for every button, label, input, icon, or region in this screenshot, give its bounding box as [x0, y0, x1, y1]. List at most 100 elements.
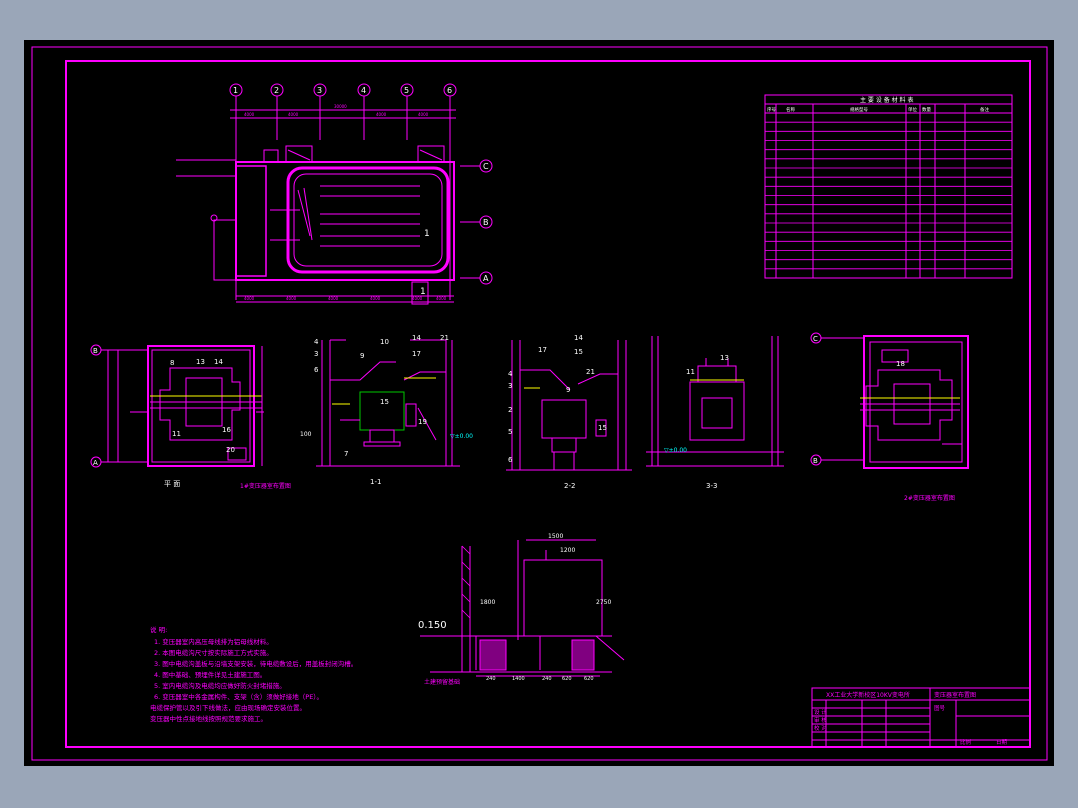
svg-text:序号: 序号 — [767, 106, 776, 113]
svg-text:单位: 单位 — [908, 106, 917, 113]
svg-text:▽±0.00: ▽±0.00 — [450, 433, 473, 440]
svg-text:名称: 名称 — [786, 106, 795, 113]
grid-label-A: A — [483, 274, 489, 283]
svg-text:规格型号: 规格型号 — [850, 106, 868, 113]
notes-title: 说 明: — [150, 625, 167, 634]
svg-text:3: 3 — [314, 350, 318, 358]
svg-text:13: 13 — [196, 358, 205, 366]
svg-text:17: 17 — [538, 346, 547, 354]
grid-label-2: 2 — [274, 86, 279, 95]
grid-label-3: 3 — [317, 86, 322, 95]
section-1-1-caption: 1-1 — [370, 478, 381, 486]
svg-text:4000: 4000 — [286, 296, 297, 301]
svg-text:3: 3 — [508, 382, 512, 390]
svg-text:19: 19 — [418, 418, 427, 426]
svg-text:620: 620 — [584, 676, 594, 682]
svg-text:▽±0.00: ▽±0.00 — [664, 447, 687, 454]
svg-text:14: 14 — [412, 334, 421, 342]
svg-text:4000: 4000 — [244, 296, 255, 301]
table-title: 主 要 设 备 材 料 表 — [860, 96, 913, 104]
grid-label-6: 6 — [447, 86, 452, 95]
cad-drawing-canvas: 1 2 3 4 5 6 C B A 4000 4000 30000 4000 4… — [24, 40, 1054, 766]
svg-text:比例: 比例 — [960, 738, 972, 746]
svg-text:1200: 1200 — [560, 547, 575, 554]
note-line-1: 1. 变压器室内高压母线排为铝母线材料。 — [154, 637, 273, 646]
note-line-3: 3. 图中电缆沟盖板与沿墙支架安装，待电缆敷设后，用盖板封闭沟槽。 — [154, 659, 357, 668]
svg-text:备注: 备注 — [980, 106, 989, 113]
svg-text:4000: 4000 — [328, 296, 339, 301]
note-line-6: 6. 变压器室中各金属构件、支架（含）须做好接地（PE）。 — [154, 692, 323, 701]
grid-label-4: 4 — [361, 86, 366, 95]
svg-text:4000: 4000 — [244, 112, 255, 117]
svg-text:21: 21 — [440, 334, 449, 342]
grid-left-bottom: A — [93, 459, 98, 467]
note-line-7: 电缆保护管以及引下线做法，应由现场确定安装位置。 — [150, 703, 306, 712]
svg-text:21: 21 — [586, 368, 595, 376]
svg-text:240: 240 — [486, 676, 496, 682]
svg-text:1500: 1500 — [548, 533, 563, 540]
svg-text:15: 15 — [380, 398, 389, 406]
section-mark-bottom: 1 — [420, 287, 426, 297]
section-3-3-caption: 3-3 — [706, 482, 717, 490]
foundation-left-label: 土建预留基础 — [424, 678, 460, 686]
left-plan-caption: 平 面 — [164, 480, 180, 488]
svg-text:5: 5 — [508, 428, 512, 436]
svg-text:15: 15 — [574, 348, 583, 356]
elevation-label: 0.150 — [418, 620, 447, 631]
grid-label-B: B — [483, 218, 489, 227]
grid-right-top: C — [813, 335, 818, 343]
svg-text:4000: 4000 — [288, 112, 299, 117]
note-line-4: 4. 图中基础、预埋件详见土建施工图。 — [154, 670, 266, 679]
svg-text:6: 6 — [508, 456, 513, 464]
svg-text:100: 100 — [300, 431, 312, 438]
drawing-sheet — [24, 40, 1054, 766]
project-name: XX工业大学新校区10KV变电所 — [826, 691, 910, 699]
svg-text:7: 7 — [344, 450, 348, 458]
svg-text:14: 14 — [214, 358, 223, 366]
svg-text:16: 16 — [222, 426, 231, 434]
svg-text:14: 14 — [574, 334, 583, 342]
svg-text:30000: 30000 — [334, 104, 347, 109]
svg-text:2: 2 — [508, 406, 512, 414]
section-mark-top: 1 — [424, 229, 430, 239]
section-2-2-caption: 2-2 — [564, 482, 575, 490]
svg-text:数量: 数量 — [922, 106, 931, 113]
svg-text:240: 240 — [542, 676, 552, 682]
svg-text:校 对: 校 对 — [814, 724, 827, 732]
svg-text:4000: 4000 — [376, 112, 387, 117]
svg-text:15: 15 — [598, 424, 607, 432]
svg-text:9: 9 — [566, 386, 570, 394]
svg-text:9: 9 — [360, 352, 364, 360]
svg-text:4000: 4000 — [436, 296, 447, 301]
svg-text:17: 17 — [412, 350, 421, 358]
svg-text:4: 4 — [314, 338, 319, 346]
svg-text:4000: 4000 — [370, 296, 381, 301]
svg-text:1800: 1800 — [480, 599, 495, 606]
drawing-name: 变压器室布置图 — [934, 691, 976, 699]
left-plan-tag: 1#变压器室布置图 — [240, 482, 291, 490]
svg-text:8: 8 — [170, 359, 174, 367]
svg-text:6: 6 — [314, 366, 319, 374]
svg-text:20: 20 — [226, 446, 235, 454]
note-line-8: 变压器中性点接地线按照规范要求施工。 — [150, 714, 267, 723]
svg-text:11: 11 — [172, 430, 181, 438]
svg-text:10: 10 — [380, 338, 389, 346]
svg-text:11: 11 — [686, 368, 695, 376]
svg-text:13: 13 — [720, 354, 729, 362]
grid-right-bottom: B — [813, 457, 818, 465]
svg-text:审 核: 审 核 — [814, 716, 827, 724]
svg-text:4: 4 — [508, 370, 513, 378]
note-line-5: 5. 室内电缆沟及电缆均应做好防火封堵措施。 — [154, 681, 286, 690]
grid-label-1: 1 — [233, 86, 238, 95]
note-line-2: 2. 本图电缆沟尺寸按实际施工方式实施。 — [154, 648, 273, 657]
svg-text:设 计: 设 计 — [814, 708, 827, 716]
svg-text:2750: 2750 — [596, 599, 611, 606]
right-plan-tag: 2#变压器室布置图 — [904, 494, 955, 502]
grid-left-top: B — [93, 347, 98, 355]
grid-label-5: 5 — [404, 86, 409, 95]
svg-text:18: 18 — [896, 360, 905, 368]
svg-text:日期: 日期 — [996, 739, 1008, 746]
grid-label-C: C — [483, 162, 489, 171]
svg-text:1400: 1400 — [512, 676, 525, 682]
svg-text:图号: 图号 — [934, 704, 946, 712]
